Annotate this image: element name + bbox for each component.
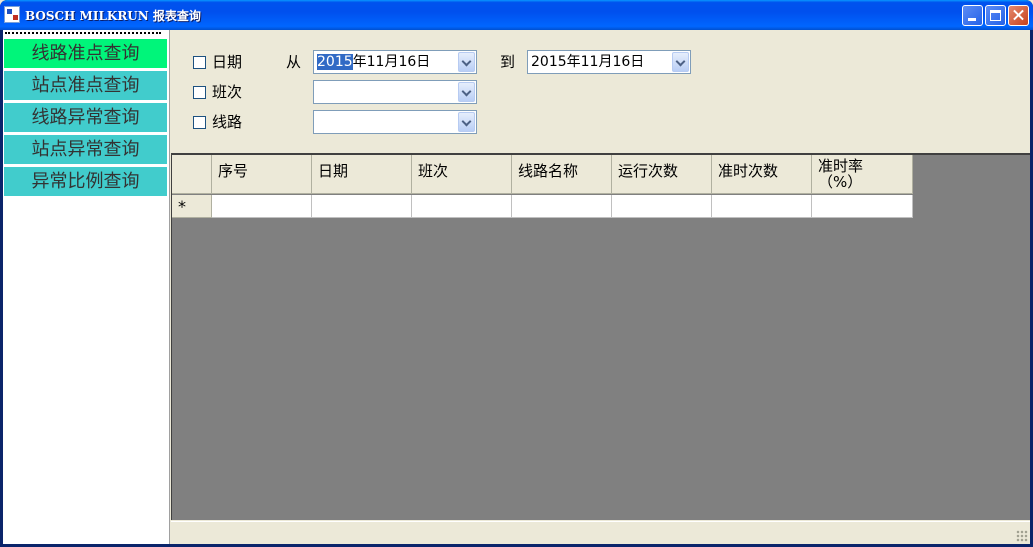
maximize-button[interactable] [985, 5, 1006, 26]
date-label: 日期 [212, 53, 243, 71]
results-grid[interactable]: 序号 日期 班次 线路名称 运行次数 准时次数 准时率 （%） * [171, 153, 1030, 520]
filter-panel: 日期 从 2015年11月16日 到 2015年11月16日 班次 线路 [171, 30, 1030, 149]
date-checkbox[interactable] [193, 56, 206, 69]
grid-cell-index[interactable] [212, 195, 312, 218]
shift-label: 班次 [212, 83, 243, 101]
to-label: 到 [500, 53, 516, 71]
route-checkbox[interactable] [193, 116, 206, 129]
app-window: BOSCH MILKRUN 报表查询 线路准点查询 站点准点查询 线路异常查询 … [0, 0, 1033, 547]
shift-checkbox[interactable] [193, 86, 206, 99]
ontime-rate-unit: （%） [818, 173, 863, 191]
grid-corner-header[interactable] [172, 155, 212, 194]
column-header-route-name[interactable]: 线路名称 [512, 155, 612, 194]
shift-select[interactable] [313, 80, 477, 104]
chevron-down-icon[interactable] [458, 82, 475, 102]
sidebar-item-station-punctuality[interactable]: 站点准点查询 [4, 71, 167, 100]
column-header-shift[interactable]: 班次 [412, 155, 512, 194]
grid-cell-run-count[interactable] [612, 195, 712, 218]
grid-cell-shift[interactable] [412, 195, 512, 218]
window-title: BOSCH MILKRUN 报表查询 [25, 9, 201, 23]
new-row-marker[interactable]: * [172, 195, 212, 218]
from-date-rest: 年11月16日 [352, 54, 431, 70]
resize-grip-icon[interactable] [1016, 530, 1028, 542]
sidebar: 线路准点查询 站点准点查询 线路异常查询 站点异常查询 异常比例查询 [3, 30, 170, 544]
grid-cell-ontime-rate[interactable] [812, 195, 913, 218]
route-select[interactable] [313, 110, 477, 134]
grid-cell-ontime-count[interactable] [712, 195, 812, 218]
close-icon [1009, 6, 1028, 25]
chevron-down-icon[interactable] [672, 52, 689, 72]
to-date-value: 2015年11月16日 [531, 54, 645, 70]
sidebar-item-route-exception[interactable]: 线路异常查询 [4, 103, 167, 132]
chevron-down-icon[interactable] [458, 112, 475, 132]
ontime-rate-label: 准时率 [818, 157, 864, 175]
maximize-icon [990, 10, 1001, 21]
sidebar-divider [5, 32, 161, 34]
sidebar-item-exception-ratio[interactable]: 异常比例查询 [4, 167, 167, 196]
grid-cell-route-name[interactable] [512, 195, 612, 218]
sidebar-item-route-punctuality[interactable]: 线路准点查询 [4, 39, 167, 68]
route-label: 线路 [212, 113, 243, 131]
minimize-button[interactable] [962, 5, 983, 26]
minimize-icon [968, 18, 976, 21]
sidebar-item-station-exception[interactable]: 站点异常查询 [4, 135, 167, 164]
column-header-ontime-rate[interactable]: 准时率 （%） [812, 155, 913, 194]
column-header-index[interactable]: 序号 [212, 155, 312, 194]
column-header-run-count[interactable]: 运行次数 [612, 155, 712, 194]
from-date-selected-part: 2015 [317, 54, 353, 70]
client-area: 线路准点查询 站点准点查询 线路异常查询 站点异常查询 异常比例查询 日期 从 … [3, 30, 1030, 544]
from-date-picker[interactable]: 2015年11月16日 [313, 50, 477, 74]
title-bar[interactable]: BOSCH MILKRUN 报表查询 [0, 0, 1033, 30]
column-header-date[interactable]: 日期 [312, 155, 412, 194]
from-date-value: 2015年11月16日 [317, 53, 430, 71]
status-bar [171, 521, 1030, 544]
chevron-down-icon[interactable] [458, 52, 475, 72]
grid-cell-date[interactable] [312, 195, 412, 218]
close-button[interactable] [1008, 5, 1029, 26]
column-header-ontime-count[interactable]: 准时次数 [712, 155, 812, 194]
app-icon[interactable] [4, 6, 20, 23]
to-date-picker[interactable]: 2015年11月16日 [527, 50, 691, 74]
from-label: 从 [286, 53, 302, 71]
